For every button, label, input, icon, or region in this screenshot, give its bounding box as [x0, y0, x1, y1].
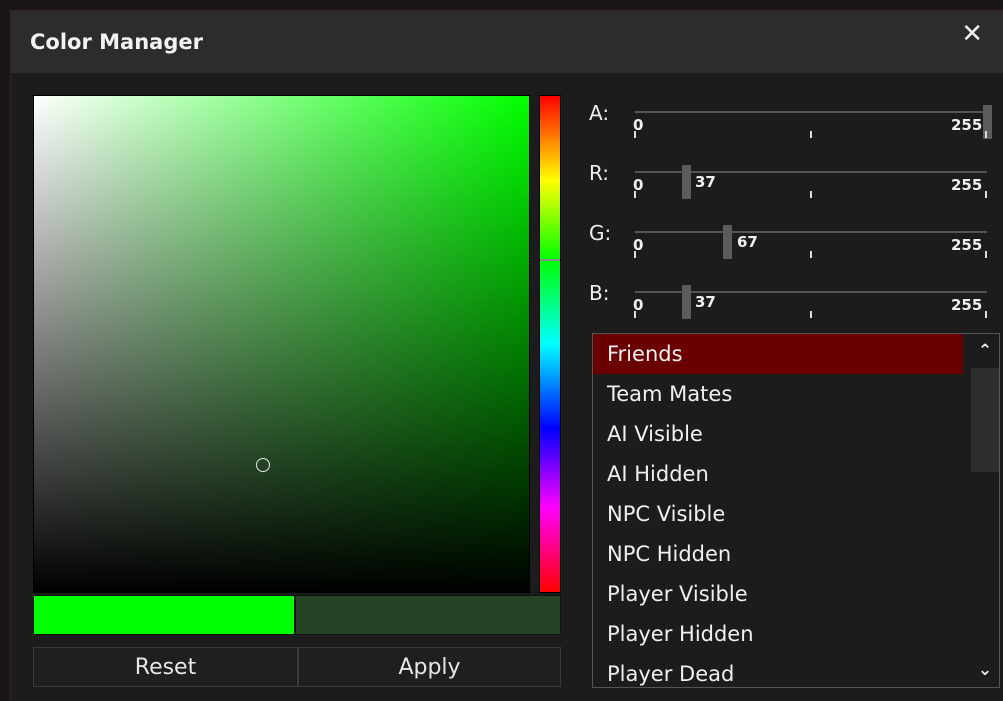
slider-max: 255 [951, 296, 983, 314]
list-scrollbar[interactable]: ⌃ ⌄ [971, 334, 999, 687]
title-bar[interactable]: Color Manager ✕ [11, 11, 1003, 73]
slider-max: 255 [951, 116, 983, 134]
slider-label: A: [589, 101, 610, 125]
slider-label: G: [589, 221, 612, 245]
slider-blue: B: 0 37 255 [589, 281, 994, 331]
color-cursor[interactable] [256, 458, 270, 472]
current-color-swatch [295, 595, 561, 635]
list-item-player-visible[interactable]: Player Visible [593, 574, 963, 614]
new-color-swatch [33, 595, 295, 635]
list-item-ai-hidden[interactable]: AI Hidden [593, 454, 963, 494]
slider-tick [985, 131, 987, 138]
reset-button[interactable]: Reset [33, 647, 298, 687]
saturation-value-picker[interactable] [33, 95, 530, 593]
slider-min: 0 [633, 236, 644, 254]
slider-tick [985, 191, 987, 198]
slider-max: 255 [951, 236, 983, 254]
slider-tick [985, 251, 987, 258]
slider-thumb[interactable] [723, 225, 732, 259]
slider-green: G: 0 67 255 [589, 221, 994, 271]
slider-min: 0 [633, 116, 644, 134]
slider-track[interactable] [635, 225, 987, 259]
slider-tick [985, 311, 987, 318]
slider-value: 67 [737, 233, 758, 251]
slider-alpha: A: 0 255 [589, 101, 994, 151]
hue-marker[interactable] [540, 259, 560, 261]
slider-track[interactable] [635, 285, 987, 319]
list-item-npc-visible[interactable]: NPC Visible [593, 494, 963, 534]
list-item-friends[interactable]: Friends [593, 334, 963, 374]
slider-tick [810, 131, 812, 138]
list-item-player-hidden[interactable]: Player Hidden [593, 614, 963, 654]
slider-min: 0 [633, 296, 644, 314]
slider-tick [810, 191, 812, 198]
close-icon[interactable]: ✕ [961, 21, 983, 47]
list-item-player-dead[interactable]: Player Dead [593, 654, 963, 687]
list-item-team-mates[interactable]: Team Mates [593, 374, 963, 414]
slider-label: B: [589, 281, 610, 305]
slider-track[interactable] [635, 165, 987, 199]
slider-red: R: 0 37 255 [589, 161, 994, 211]
list-item-ai-visible[interactable]: AI Visible [593, 414, 963, 454]
slider-label: R: [589, 161, 610, 185]
slider-tick [810, 251, 812, 258]
slider-track[interactable] [635, 105, 992, 139]
hue-slider[interactable] [539, 95, 561, 593]
color-target-list[interactable]: Friends Team Mates AI Visible AI Hidden … [592, 333, 1000, 688]
apply-button[interactable]: Apply [298, 647, 561, 687]
scroll-down-icon[interactable]: ⌄ [971, 655, 999, 685]
slider-max: 255 [951, 176, 983, 194]
window-title: Color Manager [30, 30, 203, 54]
color-manager-window: Color Manager ✕ Reset Apply A: 0 255 R: … [10, 10, 1003, 701]
list-item-npc-hidden[interactable]: NPC Hidden [593, 534, 963, 574]
slider-thumb[interactable] [682, 285, 691, 319]
slider-thumb[interactable] [682, 165, 691, 199]
slider-min: 0 [633, 176, 644, 194]
scroll-up-icon[interactable]: ⌃ [971, 336, 999, 366]
slider-value: 37 [695, 173, 716, 191]
scroll-thumb[interactable] [971, 368, 999, 472]
slider-value: 37 [695, 293, 716, 311]
slider-tick [810, 311, 812, 318]
